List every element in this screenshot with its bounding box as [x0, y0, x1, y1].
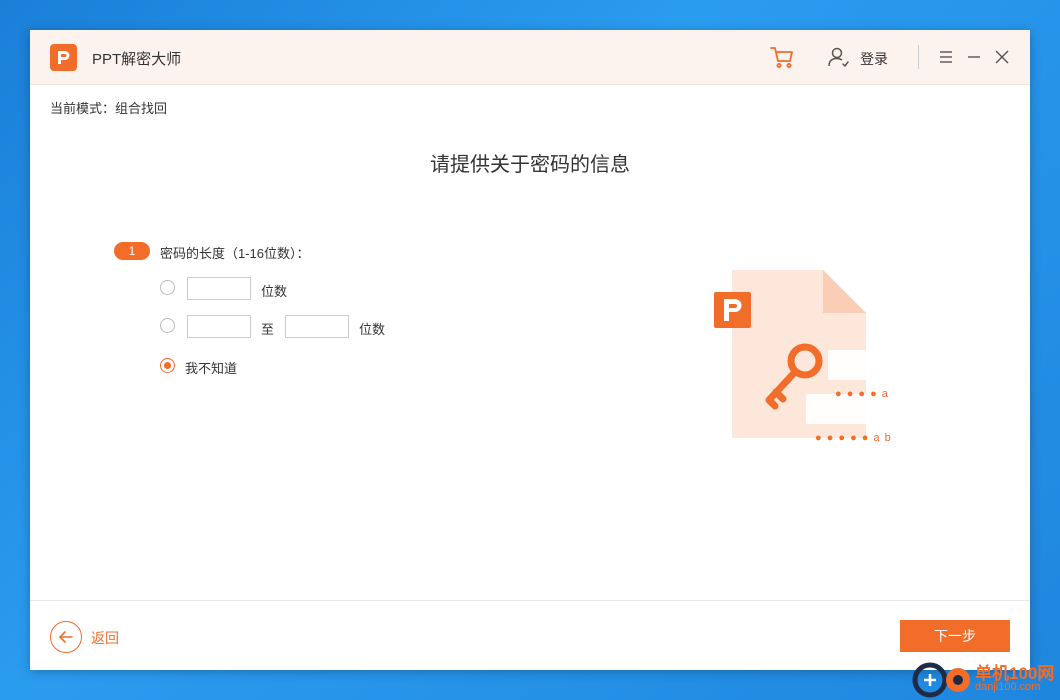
current-mode-label: 当前模式：组合找回: [50, 101, 168, 116]
page-heading: 请提供关于密码的信息: [430, 154, 630, 176]
title-separator: [918, 45, 919, 69]
range-to-input[interactable]: [285, 315, 349, 338]
user-icon[interactable]: [826, 45, 850, 74]
radio-exact-length[interactable]: [160, 280, 175, 295]
close-icon[interactable]: [992, 47, 1012, 67]
exact-length-suffix: 位数: [261, 284, 288, 299]
illustration-field-1: ● ● ● ● a: [835, 388, 889, 400]
step-number-badge: 1: [114, 242, 150, 260]
minimize-icon[interactable]: [964, 47, 984, 67]
radio-length-range[interactable]: [160, 318, 175, 333]
back-button[interactable]: 返回: [91, 628, 119, 648]
app-window: PPT解密大师 登录 当前模式：组合找回 请提供关于密码的信息 1 密码的长度（…: [30, 30, 1030, 670]
unknown-length-label: 我不知道: [185, 361, 238, 376]
cart-icon[interactable]: [769, 44, 795, 75]
radio-unknown-length[interactable]: [160, 358, 175, 373]
next-step-button[interactable]: 下一步: [900, 620, 1010, 652]
step-label: 密码的长度（1-16位数）：: [160, 246, 310, 261]
exact-length-input[interactable]: [187, 277, 251, 300]
title-bar: PPT解密大师 登录: [30, 30, 1030, 85]
watermark-url: danji100.com: [975, 681, 1041, 693]
password-file-illustration: ● ● ● ● a ● ● ● ● ● a b: [710, 268, 910, 444]
footer-divider: [30, 600, 1030, 601]
app-title: PPT解密大师: [92, 51, 182, 68]
logo-icon: [50, 44, 77, 71]
range-to-word: 至: [261, 322, 275, 337]
range-from-input[interactable]: [187, 315, 251, 338]
login-button[interactable]: 登录: [860, 49, 888, 69]
back-arrow-icon[interactable]: [50, 621, 82, 653]
range-suffix: 位数: [359, 322, 386, 337]
menu-icon[interactable]: [936, 47, 956, 67]
illustration-field-2: ● ● ● ● ● a b: [815, 432, 892, 444]
